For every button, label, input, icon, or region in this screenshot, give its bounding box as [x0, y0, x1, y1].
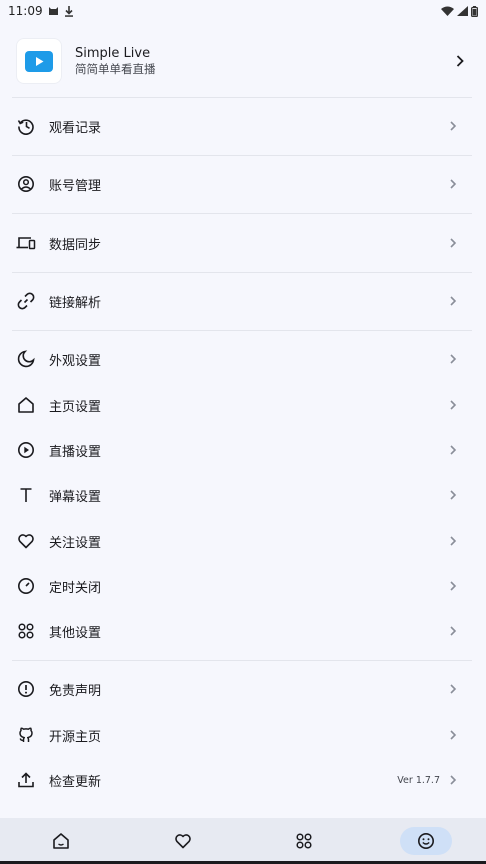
status-time: 11:09	[8, 4, 43, 18]
devices-icon	[16, 233, 36, 253]
heart-icon	[175, 834, 191, 849]
apps-icon	[296, 833, 312, 849]
status-bar: 11:09	[0, 0, 486, 22]
chevron-right-icon	[446, 624, 460, 638]
menu-item-sync[interactable]: 数据同步	[0, 221, 486, 265]
moon-icon	[16, 349, 36, 369]
chevron-right-icon	[446, 443, 460, 457]
chevron-right-icon	[446, 177, 460, 191]
chevron-right-icon	[446, 534, 460, 548]
divider	[12, 330, 472, 331]
account-circle-icon	[16, 174, 36, 194]
link-icon	[16, 291, 36, 311]
nav-home[interactable]	[35, 827, 87, 855]
signal-icon	[457, 6, 468, 16]
wifi-icon	[441, 6, 454, 16]
menu-label: 定时关闭	[49, 580, 102, 596]
menu-item-danmaku-settings[interactable]: 弹幕设置	[0, 473, 486, 517]
app-subtitle: 简简单单看直播	[75, 62, 156, 76]
menu-label: 弹幕设置	[49, 489, 102, 505]
menu-item-other-settings[interactable]: 其他设置	[0, 609, 486, 653]
timer-icon	[16, 576, 36, 596]
history-icon	[16, 116, 36, 136]
menu-label: 检查更新	[49, 774, 102, 790]
text-icon	[16, 485, 36, 505]
apps-icon	[16, 621, 36, 641]
chevron-right-icon	[446, 119, 460, 133]
home-icon	[53, 833, 69, 849]
home-icon	[16, 395, 36, 415]
menu-label: 外观设置	[49, 353, 102, 369]
chevron-right-icon	[446, 728, 460, 742]
menu-item-timer-close[interactable]: 定时关闭	[0, 564, 486, 608]
download-icon	[64, 5, 74, 17]
divider	[12, 155, 472, 156]
play-logo-icon	[25, 50, 53, 72]
menu-label: 主页设置	[49, 399, 102, 415]
menu-label: 数据同步	[49, 237, 102, 253]
menu-item-link-parse[interactable]: 链接解析	[0, 279, 486, 323]
divider	[12, 660, 472, 661]
chevron-right-icon	[446, 682, 460, 696]
bottom-navigation	[0, 818, 486, 864]
menu-item-check-update[interactable]: 检查更新 Ver 1.7.7	[0, 758, 486, 802]
battery-icon	[471, 5, 478, 17]
smile-icon	[418, 833, 434, 849]
chevron-right-icon	[446, 236, 460, 250]
app-name: Simple Live	[75, 46, 151, 61]
play-circle-icon	[16, 440, 36, 460]
menu-item-history[interactable]: 观看记录	[0, 104, 486, 148]
chevron-right-icon	[446, 488, 460, 502]
menu-item-disclaimer[interactable]: 免责声明	[0, 667, 486, 711]
menu-label: 观看记录	[49, 120, 102, 136]
menu-item-follow-settings[interactable]: 关注设置	[0, 519, 486, 563]
profile-text: Simple Live 简简单单看直播	[75, 45, 450, 77]
menu-item-home-settings[interactable]: 主页设置	[0, 383, 486, 427]
version-label: Ver 1.7.7	[397, 774, 440, 786]
menu-label: 关注设置	[49, 535, 102, 551]
cat-notification-icon	[48, 6, 59, 16]
app-header-card[interactable]: Simple Live 简简单单看直播	[16, 38, 470, 84]
upload-icon	[16, 770, 36, 790]
chevron-right-icon	[446, 579, 460, 593]
alert-circle-icon	[16, 679, 36, 699]
menu-label: 账号管理	[49, 178, 102, 194]
menu-label: 免责声明	[49, 683, 102, 699]
nav-categories[interactable]	[278, 827, 330, 855]
app-logo	[16, 38, 62, 84]
github-icon	[16, 725, 36, 745]
chevron-right-icon	[446, 398, 460, 412]
menu-label: 链接解析	[49, 295, 102, 311]
nav-mine[interactable]	[400, 827, 452, 855]
menu-label: 直播设置	[49, 444, 102, 460]
menu-item-open-source[interactable]: 开源主页	[0, 713, 486, 757]
menu-label: 其他设置	[49, 625, 102, 641]
chevron-right-icon	[446, 773, 460, 787]
chevron-right-icon	[450, 51, 470, 71]
menu-item-account[interactable]: 账号管理	[0, 162, 486, 206]
chevron-right-icon	[446, 352, 460, 366]
divider	[12, 97, 472, 98]
menu-item-live-settings[interactable]: 直播设置	[0, 428, 486, 472]
divider	[12, 213, 472, 214]
chevron-right-icon	[446, 294, 460, 308]
nav-follow[interactable]	[157, 827, 209, 855]
menu-label: 开源主页	[49, 729, 102, 745]
heart-icon	[16, 531, 36, 551]
status-left: 11:09	[8, 4, 74, 18]
status-right	[441, 5, 478, 17]
divider	[12, 272, 472, 273]
menu-item-appearance[interactable]: 外观设置	[0, 337, 486, 381]
